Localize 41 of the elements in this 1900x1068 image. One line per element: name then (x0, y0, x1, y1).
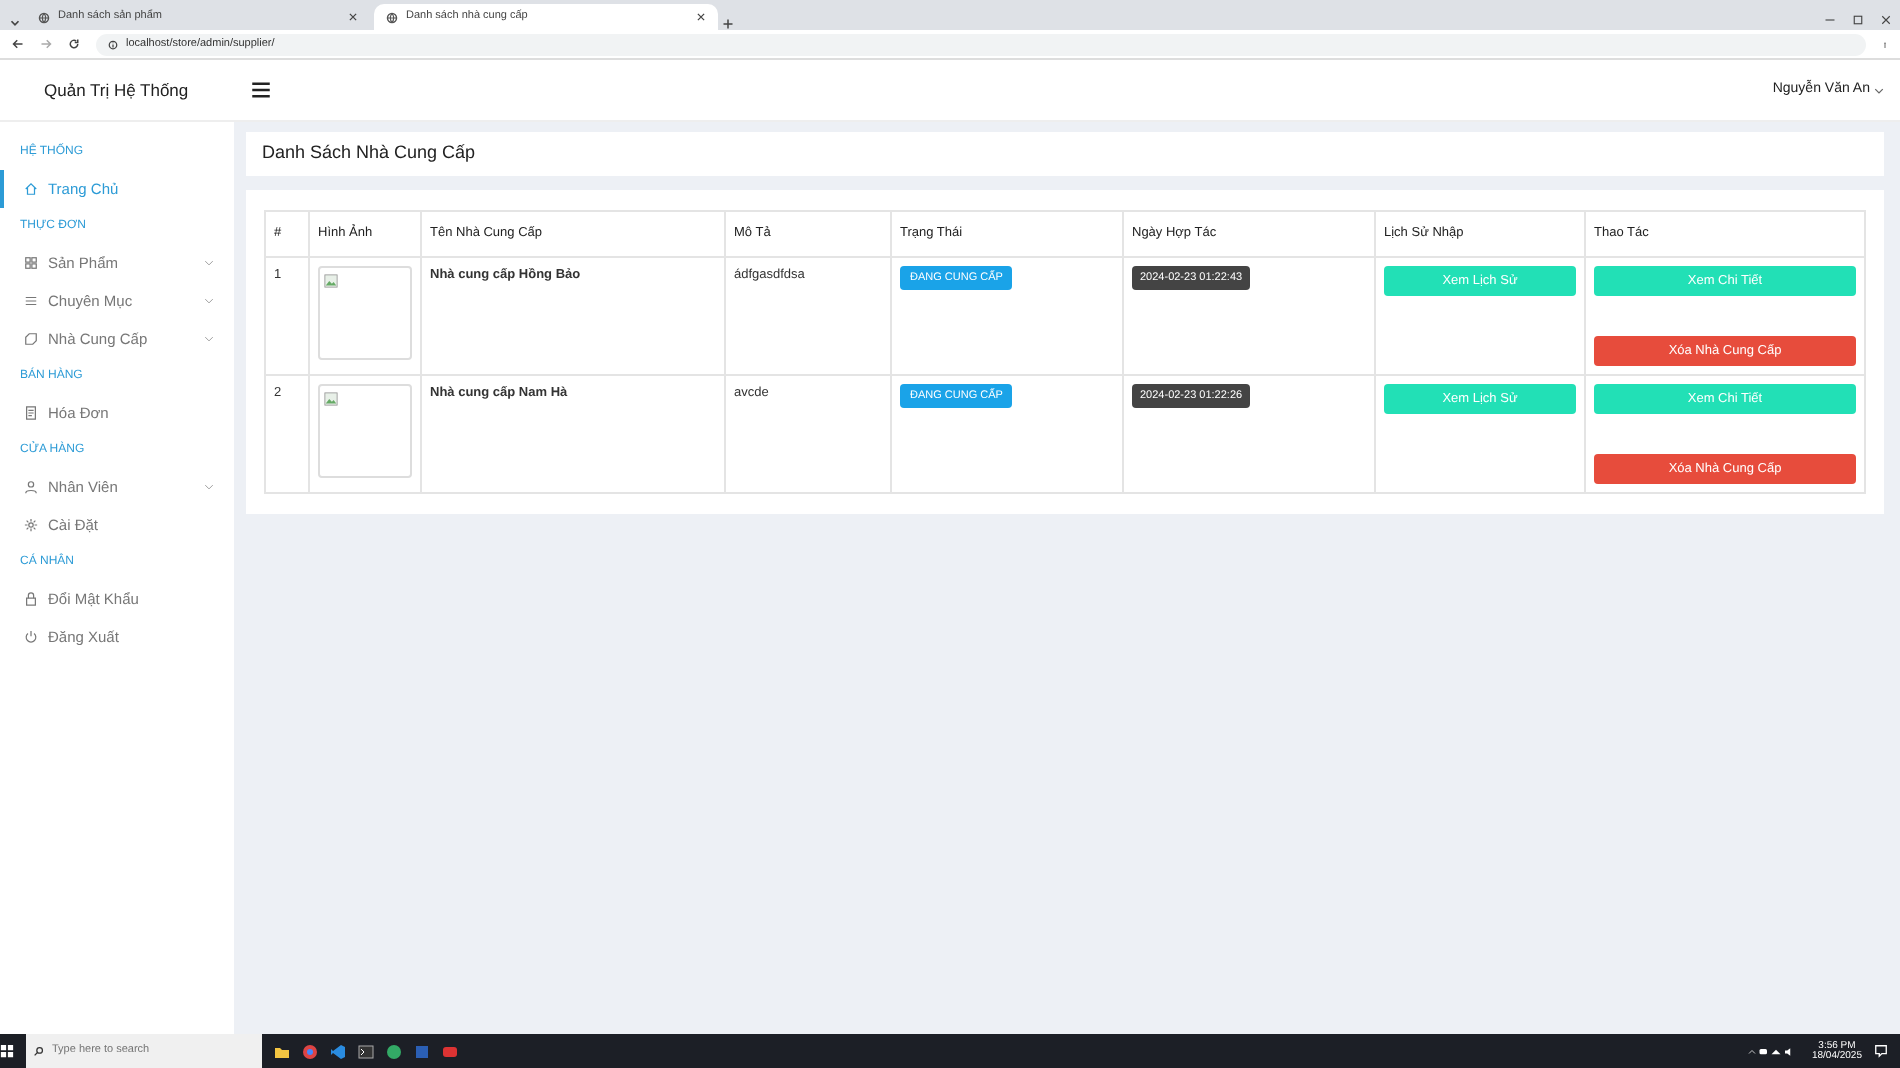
tag-icon (24, 332, 38, 346)
receipt-icon (24, 406, 38, 420)
chevron-down-icon (204, 296, 214, 306)
maximize-icon[interactable] (1852, 14, 1864, 26)
start-icon[interactable] (0, 1044, 14, 1058)
close-icon[interactable] (348, 12, 358, 22)
power-icon (24, 630, 38, 644)
settings-icon (24, 518, 38, 532)
info-icon (108, 39, 118, 49)
page-title: Danh Sách Nhà Cung Cấp (246, 132, 1884, 176)
folder-icon[interactable] (274, 1043, 290, 1059)
document-icon[interactable] (414, 1043, 430, 1059)
lock-icon (24, 592, 38, 606)
chevron-down-icon (204, 258, 214, 268)
user-icon (24, 480, 38, 494)
globe-icon (38, 11, 50, 23)
brand-title: Quản Trị Hệ Thống (44, 77, 191, 103)
tab-list-icon[interactable] (8, 16, 22, 30)
code-editor-icon[interactable] (330, 1043, 346, 1059)
grid-icon (24, 256, 38, 270)
reload-icon[interactable] (68, 38, 80, 50)
video-icon[interactable] (442, 1043, 458, 1059)
browser-icon[interactable] (302, 1043, 318, 1059)
menu-icon[interactable] (250, 80, 272, 100)
close-icon[interactable] (696, 12, 706, 22)
notification-icon[interactable] (1874, 1044, 1888, 1058)
chevron-down-icon (204, 482, 214, 492)
chevron-down-icon (1874, 85, 1884, 95)
back-icon[interactable] (12, 38, 24, 50)
app-icon[interactable] (386, 1043, 402, 1059)
chevron-down-icon (204, 334, 214, 344)
list-icon (24, 294, 38, 308)
broken-image-icon (324, 391, 338, 406)
minimize-icon[interactable] (1824, 14, 1836, 26)
globe-icon (386, 11, 398, 23)
close-icon[interactable] (1880, 14, 1892, 26)
terminal-icon[interactable] (358, 1043, 374, 1059)
broken-image-icon (324, 273, 338, 288)
search-icon (34, 1046, 44, 1056)
new-tab-icon[interactable] (722, 18, 734, 30)
home-icon (24, 182, 38, 196)
